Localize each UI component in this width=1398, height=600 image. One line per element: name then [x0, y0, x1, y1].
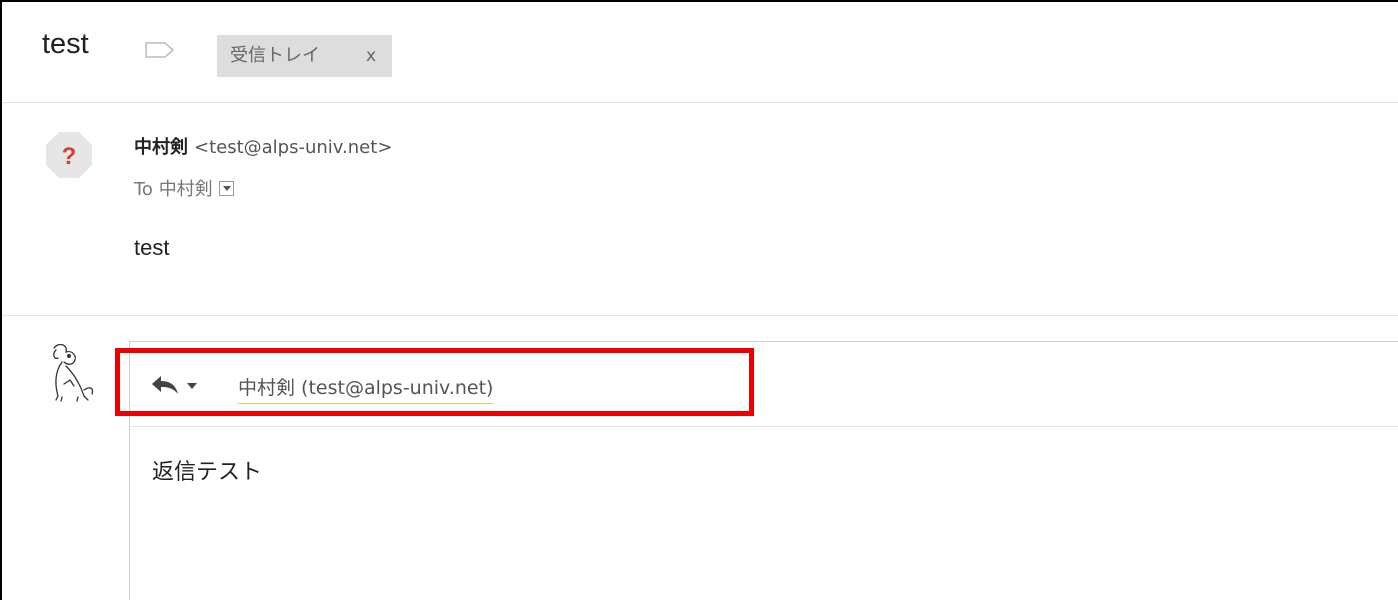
reply-composer: 中村剣 (test@alps-univ.net) 返信テスト	[129, 341, 1398, 600]
reply-type-dropdown-icon[interactable]	[187, 383, 197, 389]
show-details-dropdown-icon[interactable]	[218, 180, 234, 196]
inbox-label-chip[interactable]: 受信トレイ x	[217, 35, 392, 77]
reply-header: 中村剣 (test@alps-univ.net)	[130, 342, 1398, 427]
message-body: test	[134, 235, 170, 260]
sender-name[interactable]: 中村剣	[134, 137, 188, 158]
reply-recipient[interactable]: 中村剣 (test@alps-univ.net)	[238, 373, 494, 404]
reply-body-editor[interactable]: 返信テスト	[152, 454, 262, 486]
label-icon[interactable]	[145, 42, 175, 58]
email-thread-view: test 受信トレイ x ? 中村剣 <test@alps-univ.net> T…	[0, 0, 1398, 600]
inbox-label-text: 受信トレイ	[230, 45, 320, 66]
sender-line: 中村剣 <test@alps-univ.net>	[134, 133, 392, 159]
svg-text:?: ?	[62, 143, 77, 170]
thread-subject: test	[42, 28, 89, 60]
dog-sketch-avatar-icon	[53, 343, 94, 402]
to-name: 中村剣	[158, 179, 213, 200]
question-mark-avatar-icon: ?	[46, 132, 92, 178]
to-prefix: To	[134, 179, 153, 200]
sender-email: <test@alps-univ.net>	[194, 137, 393, 158]
reply-arrow-icon[interactable]	[150, 373, 180, 397]
message-item: ? 中村剣 <test@alps-univ.net> To 中村剣 test	[2, 103, 1398, 316]
subject-header: test 受信トレイ x	[2, 2, 1398, 103]
remove-label-button[interactable]: x	[366, 35, 376, 77]
recipient-line: To 中村剣	[134, 175, 234, 201]
